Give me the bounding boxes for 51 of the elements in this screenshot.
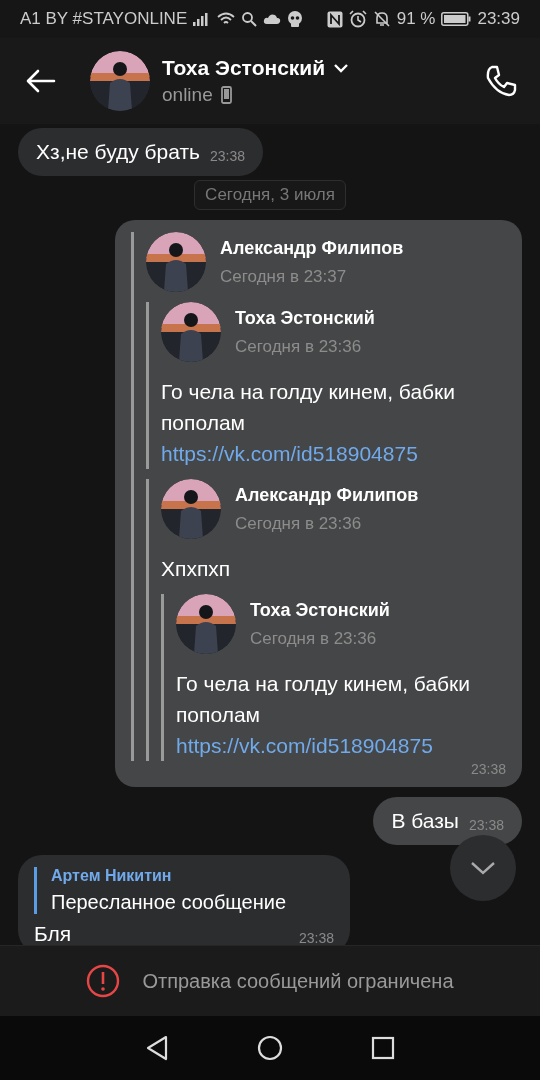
- search-icon: [241, 11, 258, 27]
- author-name[interactable]: Тоха Эстонский: [235, 307, 375, 329]
- author-name[interactable]: Тоха Эстонский: [250, 599, 390, 621]
- message-time: 23:38: [298, 930, 334, 945]
- chevron-down-icon: [470, 861, 496, 875]
- message-text: Бля: [34, 922, 72, 945]
- home-nav-icon[interactable]: [257, 1035, 283, 1061]
- message-text: Хпхпхп: [161, 556, 232, 582]
- message-date: Сегодня в 23:36: [235, 336, 363, 357]
- quote-author[interactable]: Артем Никитин: [51, 867, 334, 885]
- back-arrow-icon[interactable]: [26, 69, 56, 93]
- phone-device-icon: [220, 86, 232, 104]
- chevron-down-icon[interactable]: [333, 63, 350, 73]
- author-name[interactable]: Александр Филипов: [220, 237, 404, 259]
- skull-icon: [287, 11, 304, 27]
- message-text: Го чела на голду кинем, бабки пополам: [161, 379, 456, 436]
- message-text: В базы: [391, 809, 459, 833]
- phone-call-icon[interactable]: [484, 64, 518, 98]
- nfc-icon: [326, 10, 343, 28]
- profile-link[interactable]: https://vk.com/id518904875: [176, 730, 506, 761]
- message-text: Го чела на голду кинем, бабки пополам: [176, 671, 471, 728]
- quote-text[interactable]: Пересланное сообщение: [51, 891, 334, 914]
- message-date: Сегодня в 23:36: [235, 513, 363, 534]
- message-text: Хз,не буду брать: [36, 140, 201, 164]
- avatar: [176, 594, 236, 654]
- avatar: [90, 51, 150, 111]
- clock-time: 23:39: [477, 9, 520, 29]
- contact-name[interactable]: Тоха Эстонский: [162, 56, 326, 80]
- avatar: [161, 302, 221, 362]
- recents-nav-icon[interactable]: [371, 1036, 395, 1060]
- message-date: Сегодня в 23:37: [220, 266, 348, 287]
- muted-bell-icon: [372, 10, 391, 28]
- message-time: 23:38: [470, 761, 506, 777]
- avatar: [161, 479, 221, 539]
- message-time: 23:38: [210, 148, 246, 164]
- message-time: 23:38: [468, 817, 504, 833]
- message-date: Сегодня в 23:36: [250, 628, 378, 649]
- alarm-icon: [348, 10, 367, 28]
- warning-icon: [86, 964, 121, 998]
- battery-icon: [441, 12, 472, 26]
- date-separator: Сегодня, 3 июля: [194, 180, 346, 210]
- back-nav-icon[interactable]: [145, 1035, 169, 1061]
- battery-percent: 91 %: [396, 9, 436, 29]
- avatar: [146, 232, 206, 292]
- cloud-icon: [263, 13, 282, 25]
- online-status: online: [162, 84, 213, 106]
- carrier-name: A1 BY #STAYONLINE: [20, 9, 188, 29]
- wifi-icon: [217, 12, 236, 26]
- profile-link[interactable]: https://vk.com/id518904875: [161, 438, 506, 469]
- author-name[interactable]: Александр Филипов: [235, 484, 419, 506]
- restriction-notice: Отправка сообщений ограничена: [142, 969, 454, 993]
